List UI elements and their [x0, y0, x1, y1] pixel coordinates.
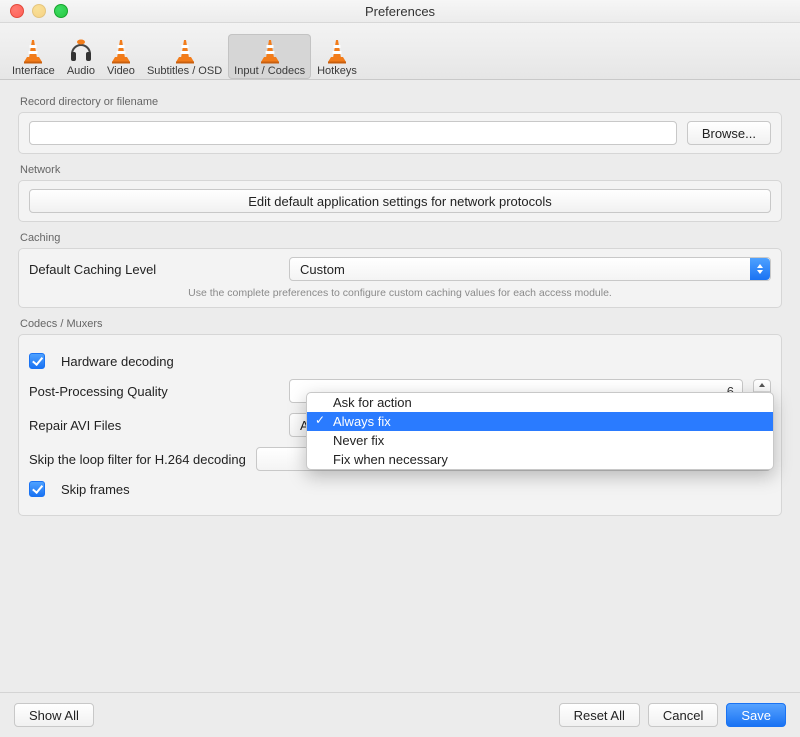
caching-panel: Default Caching Level Custom Use the com… — [18, 248, 782, 308]
prefs-toolbar: Interface Audio Video Subtitles / OSD In… — [0, 23, 800, 80]
bottom-bar: Show All Reset All Cancel Save — [0, 692, 800, 737]
caching-level-value: Custom — [300, 262, 345, 277]
hardware-decoding-checkbox[interactable] — [29, 353, 45, 369]
browse-button[interactable]: Browse... — [687, 121, 771, 145]
skip-frames-label: Skip frames — [61, 482, 130, 497]
vlc-cone-icon — [323, 37, 351, 65]
vlc-cone-icon — [19, 37, 47, 65]
repair-avi-label: Repair AVI Files — [29, 418, 279, 433]
section-label-caching: Caching — [20, 232, 780, 244]
tab-interface[interactable]: Interface — [6, 34, 61, 79]
vlc-cone-icon — [107, 37, 135, 65]
tab-subtitles[interactable]: Subtitles / OSD — [141, 34, 228, 79]
caching-level-label: Default Caching Level — [29, 262, 279, 277]
repair-avi-dropdown[interactable]: Ask for action Always fix Never fix Fix … — [306, 392, 774, 470]
reset-all-button[interactable]: Reset All — [559, 703, 640, 727]
tab-label: Audio — [67, 65, 95, 77]
record-path-input[interactable] — [29, 121, 677, 145]
dropdown-item[interactable]: Never fix — [307, 431, 773, 450]
headphones-icon — [67, 37, 95, 65]
tab-label: Subtitles / OSD — [147, 65, 222, 77]
prefs-body: Record directory or filename Browse... N… — [0, 80, 800, 692]
titlebar: Preferences — [0, 0, 800, 23]
tab-hotkeys[interactable]: Hotkeys — [311, 34, 363, 79]
edit-network-protocols-button[interactable]: Edit default application settings for ne… — [29, 189, 771, 213]
tab-audio[interactable]: Audio — [61, 34, 101, 79]
section-label-network: Network — [20, 164, 780, 176]
tab-label: Hotkeys — [317, 65, 357, 77]
dropdown-item[interactable]: Ask for action — [307, 393, 773, 412]
tab-video[interactable]: Video — [101, 34, 141, 79]
record-panel: Browse... — [18, 112, 782, 154]
section-label-record: Record directory or filename — [20, 96, 780, 108]
dropdown-item[interactable]: Fix when necessary — [307, 450, 773, 469]
tab-input-codecs[interactable]: Input / Codecs — [228, 34, 311, 79]
tab-label: Input / Codecs — [234, 65, 305, 77]
dropdown-item[interactable]: Always fix — [307, 412, 773, 431]
caching-level-select[interactable]: Custom — [289, 257, 771, 281]
hardware-decoding-label: Hardware decoding — [61, 354, 174, 369]
post-processing-label: Post-Processing Quality — [29, 384, 279, 399]
tab-label: Interface — [12, 65, 55, 77]
skip-loop-label: Skip the loop filter for H.264 decoding — [29, 452, 246, 467]
show-all-button[interactable]: Show All — [14, 703, 94, 727]
caching-helper-text: Use the complete preferences to configur… — [29, 287, 771, 299]
section-label-codecs: Codecs / Muxers — [20, 318, 780, 330]
chevrons-icon — [750, 258, 770, 280]
vlc-cone-icon — [171, 37, 199, 65]
tab-label: Video — [107, 65, 135, 77]
cancel-button[interactable]: Cancel — [648, 703, 718, 727]
skip-frames-checkbox[interactable] — [29, 481, 45, 497]
window-title: Preferences — [0, 4, 800, 19]
save-button[interactable]: Save — [726, 703, 786, 727]
vlc-cone-icon — [256, 37, 284, 65]
network-panel: Edit default application settings for ne… — [18, 180, 782, 222]
